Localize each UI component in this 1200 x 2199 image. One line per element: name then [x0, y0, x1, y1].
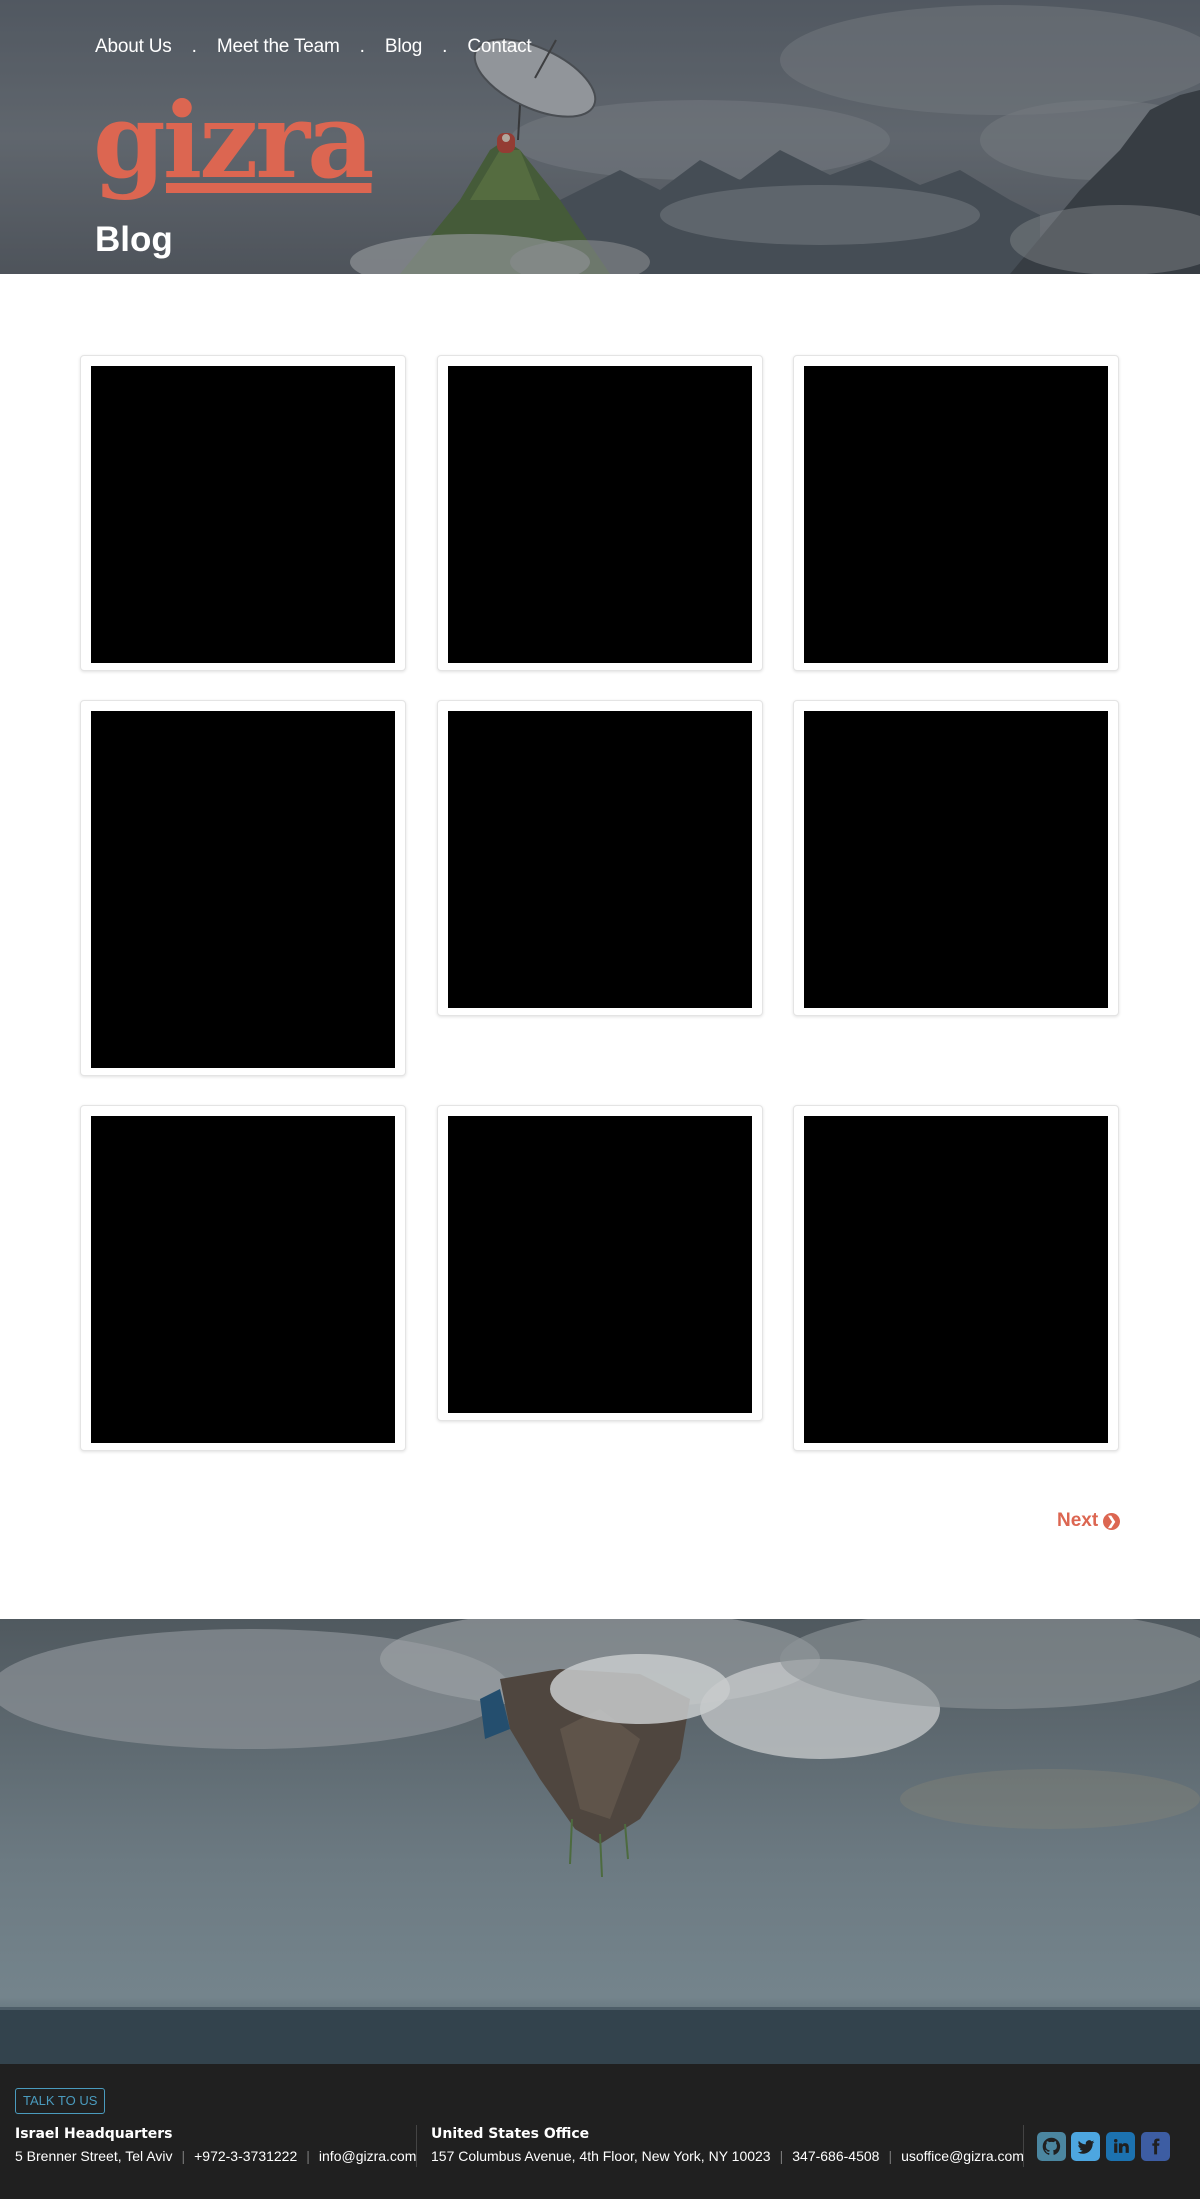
- blog-card-image[interactable]: [91, 366, 395, 663]
- site-footer: TALK TO US Israel Headquarters 5 Brenner…: [0, 2064, 1200, 2199]
- blog-card[interactable]: [437, 700, 763, 1016]
- blog-card-image[interactable]: [448, 1116, 752, 1413]
- next-label: Next: [1057, 1510, 1099, 1531]
- israel-email-link[interactable]: info@gizra.com: [319, 2147, 416, 2165]
- blog-card[interactable]: [80, 1105, 406, 1451]
- blog-card[interactable]: [793, 1105, 1119, 1451]
- blog-card-image[interactable]: [91, 1116, 395, 1443]
- nav-contact[interactable]: Contact: [467, 34, 531, 60]
- nav-blog[interactable]: Blog: [385, 34, 422, 60]
- nav-separator: .: [442, 36, 448, 57]
- next-page-link[interactable]: Next ❯: [1057, 1508, 1121, 1534]
- talk-to-us-button[interactable]: TALK TO US: [15, 2088, 106, 2114]
- us-office-title: United States Office: [431, 2126, 590, 2142]
- footer-divider: [416, 2125, 417, 2167]
- chevron-circle-right-icon: ❯: [1103, 1512, 1121, 1530]
- blog-card[interactable]: [437, 355, 763, 671]
- blog-card-image[interactable]: [91, 711, 395, 1068]
- nav-meet-the-team[interactable]: Meet the Team: [217, 34, 340, 60]
- blog-card-image[interactable]: [804, 711, 1108, 1008]
- blog-card-image[interactable]: [448, 366, 752, 663]
- israel-office-details: 5 Brenner Street, Tel Aviv | +972-3-3731…: [15, 2147, 417, 2165]
- israel-phone-link[interactable]: +972-3-3731222: [194, 2147, 297, 2165]
- us-address: 157 Columbus Avenue, 4th Floor, New York…: [431, 2148, 771, 2164]
- linkedin-icon[interactable]: [1106, 2132, 1135, 2161]
- us-office-details: 157 Columbus Avenue, 4th Floor, New York…: [431, 2147, 1024, 2165]
- blog-card-image[interactable]: [804, 366, 1108, 663]
- hero-header: About Us . Meet the Team . Blog . Contac…: [0, 0, 1200, 274]
- footer-background-image: [0, 1619, 1200, 2064]
- main-nav: About Us . Meet the Team . Blog . Contac…: [95, 34, 532, 60]
- blog-card[interactable]: [793, 355, 1119, 671]
- israel-office-title: Israel Headquarters: [15, 2126, 173, 2142]
- nav-about-us[interactable]: About Us: [95, 34, 172, 60]
- github-icon[interactable]: [1037, 2132, 1066, 2161]
- us-phone-link[interactable]: 347-686-4508: [792, 2147, 879, 2165]
- blog-card[interactable]: [437, 1105, 763, 1421]
- page-title: Blog: [95, 220, 173, 259]
- israel-address: 5 Brenner Street, Tel Aviv: [15, 2148, 173, 2164]
- nav-separator: .: [359, 36, 365, 57]
- blog-card[interactable]: [80, 355, 406, 671]
- blog-card[interactable]: [80, 700, 406, 1076]
- twitter-icon[interactable]: [1071, 2132, 1100, 2161]
- blog-card-image[interactable]: [804, 1116, 1108, 1443]
- footer-divider: [1023, 2125, 1024, 2167]
- blog-card-image[interactable]: [448, 711, 752, 1008]
- blog-card[interactable]: [793, 700, 1119, 1016]
- nav-separator: .: [191, 36, 197, 57]
- site-logo[interactable]: gizra: [93, 86, 374, 196]
- facebook-icon[interactable]: [1141, 2132, 1170, 2161]
- us-email-link[interactable]: usoffice@gizra.com: [901, 2147, 1024, 2165]
